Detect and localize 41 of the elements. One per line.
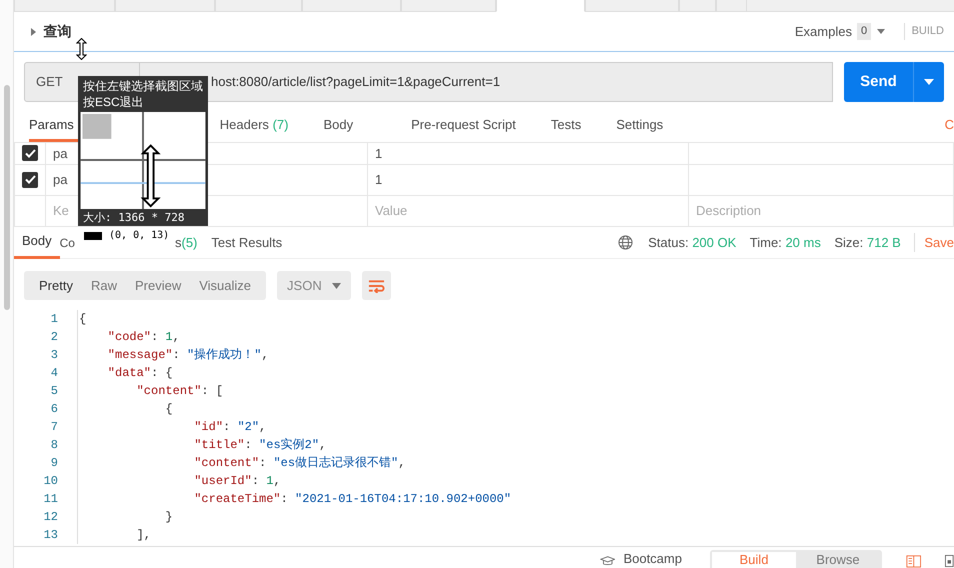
code-line: "createTime": "2021-01-16T04:17:10.902+0000": [77, 490, 512, 508]
code-line: "userId": 1,: [77, 472, 281, 490]
line-number: 8: [50, 437, 58, 454]
line-number: 5: [50, 383, 58, 400]
code-line: "id": "2",: [77, 418, 266, 436]
size-label: Size:: [834, 234, 864, 250]
request-title: 查询: [43, 22, 72, 41]
code-line: {: [77, 400, 173, 418]
line-number: 9: [50, 455, 58, 472]
code-line: ],: [77, 526, 152, 544]
time-value: 20 ms: [785, 234, 821, 250]
line-number: 7: [50, 419, 58, 436]
line-number: 3: [50, 347, 58, 364]
line-number: 2: [50, 329, 58, 346]
line-number: 1: [50, 311, 58, 328]
code-line: "data": {: [77, 364, 173, 382]
code-line: "content": "es做日志记录很不错",: [77, 454, 406, 472]
line-number: 11: [42, 491, 58, 508]
time-label: Time:: [750, 234, 782, 250]
size-value: 712 B: [866, 234, 901, 250]
examples-count: 0: [856, 23, 872, 40]
hint-text: 按ESC退出: [83, 94, 145, 110]
line-number: 13: [42, 527, 58, 544]
pixel-color-text: (0, 0, 13): [109, 229, 170, 243]
table-cell: 1: [368, 142, 688, 164]
size-text: 大小: 1366 * 728: [83, 210, 186, 225]
table-cell: 1: [368, 164, 688, 196]
line-number: 4: [50, 365, 58, 382]
code-line: "title": "es实例2",: [77, 436, 326, 454]
code-line: "content": [: [77, 382, 224, 400]
status-label: Status:: [648, 234, 689, 250]
status-value: 200 OK: [692, 234, 736, 250]
code-line: {: [77, 310, 86, 328]
code-line: "code": 1,: [77, 328, 180, 346]
line-number: 10: [42, 473, 58, 490]
hint-text: 按住左键选择截图区域: [83, 78, 203, 94]
line-number: 12: [42, 509, 58, 526]
code-line: "message": "操作成功！",: [77, 346, 269, 364]
line-number: 6: [50, 401, 58, 418]
code-line: }: [77, 508, 173, 526]
build-label: BUILD: [904, 23, 944, 40]
